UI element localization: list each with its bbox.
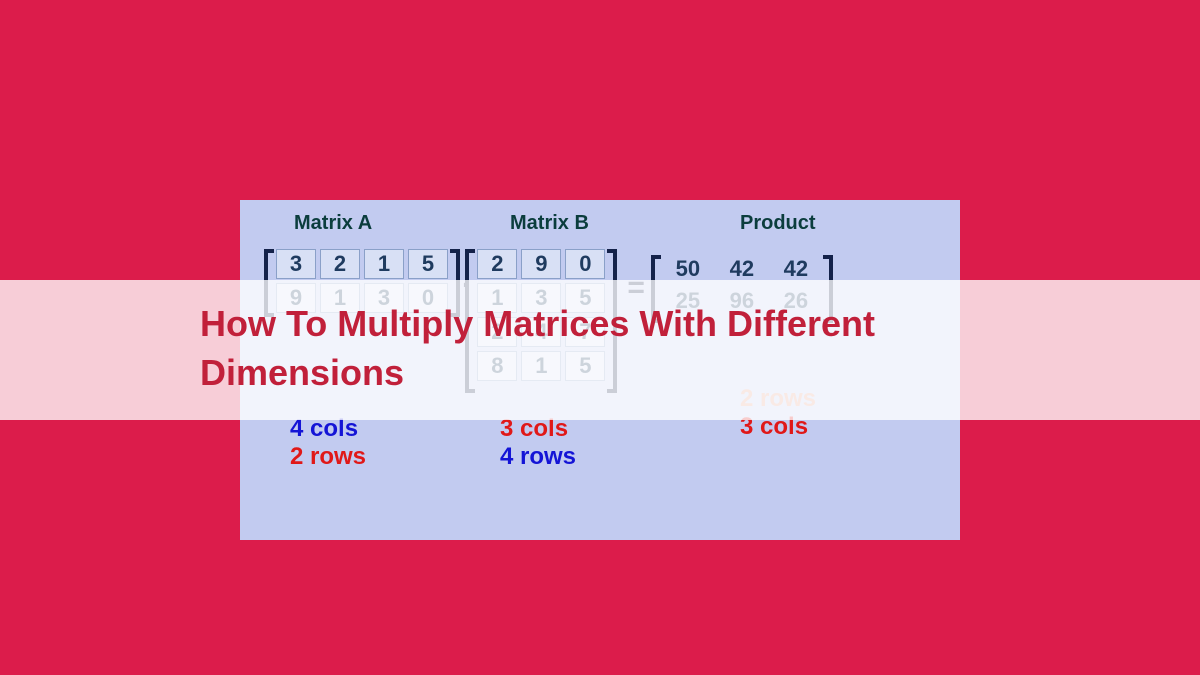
dims-a-rows: 2 rows bbox=[290, 443, 480, 471]
matrix-b-cell: 0 bbox=[565, 249, 605, 279]
matrix-a-cell: 5 bbox=[408, 249, 448, 279]
dims-matrix-b: 3 cols 4 rows bbox=[480, 415, 710, 471]
header-product: Product bbox=[710, 212, 940, 235]
matrix-headers: Matrix A Matrix B Product bbox=[260, 212, 940, 235]
dims-b-rows: 4 rows bbox=[500, 443, 710, 471]
matrix-a-cell: 2 bbox=[320, 249, 360, 279]
matrix-a-cell: 3 bbox=[276, 249, 316, 279]
matrix-b-cell: 2 bbox=[477, 249, 517, 279]
product-cell: 42 bbox=[771, 255, 821, 283]
dims-matrix-a: 4 cols 2 rows bbox=[260, 415, 480, 471]
product-cell: 42 bbox=[717, 255, 767, 283]
matrix-b-cell: 9 bbox=[521, 249, 561, 279]
product-cell: 50 bbox=[663, 255, 713, 283]
dimensions-row: 4 cols 2 rows 3 cols 4 rows 2 rows 3 col… bbox=[260, 415, 940, 471]
header-matrix-a: Matrix A bbox=[260, 212, 480, 235]
matrix-a-cell: 1 bbox=[364, 249, 404, 279]
header-matrix-b: Matrix B bbox=[480, 212, 710, 235]
page-title: How To Multiply Matrices With Different … bbox=[200, 300, 1020, 397]
